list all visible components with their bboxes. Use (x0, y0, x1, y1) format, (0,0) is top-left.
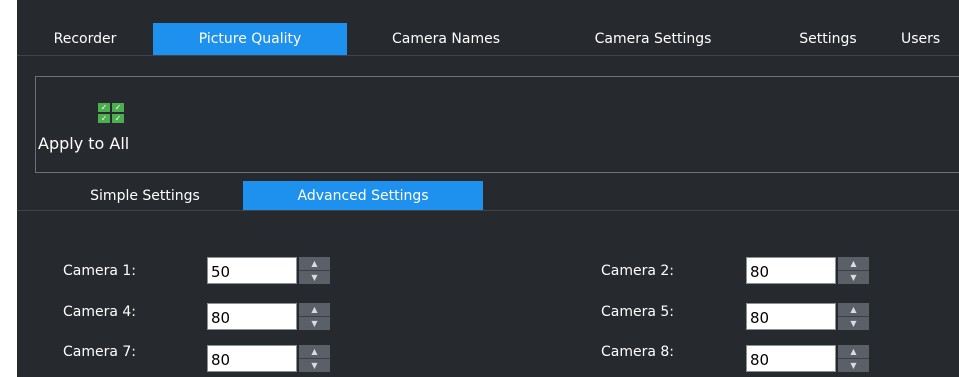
camera-8-spin-buttons: ▲ ▼ (838, 345, 869, 372)
camera-7-input[interactable] (207, 345, 297, 372)
camera-1-spin-buttons: ▲ ▼ (299, 257, 330, 284)
arrow-up-icon: ▲ (311, 305, 318, 314)
camera-2-label: Camera 2: (601, 263, 675, 279)
arrow-up-icon: ▲ (850, 305, 857, 314)
camera-2-spinbox: ▲ ▼ (746, 257, 869, 284)
toolbar: ✓ ✓ ✓ ✓ Apply to All (35, 76, 959, 173)
apply-to-all-label: Apply to All (38, 134, 130, 153)
sub-tab-bar: Simple Settings Advanced Settings (17, 181, 959, 211)
camera-8-spinbox: ▲ ▼ (746, 345, 869, 372)
camera-2-spin-buttons: ▲ ▼ (838, 257, 869, 284)
camera-4-input[interactable] (207, 303, 297, 330)
arrow-up-icon: ▲ (311, 347, 318, 356)
camera-8-input[interactable] (746, 345, 836, 372)
camera-2-increment-button[interactable]: ▲ (838, 257, 869, 271)
camera-4-increment-button[interactable]: ▲ (299, 303, 330, 317)
camera-1-decrement-button[interactable]: ▼ (299, 271, 330, 284)
camera-4-decrement-button[interactable]: ▼ (299, 317, 330, 330)
camera-1-spinbox: ▲ ▼ (207, 257, 330, 284)
camera-2-decrement-button[interactable]: ▼ (838, 271, 869, 284)
arrow-up-icon: ▲ (850, 259, 857, 268)
camera-5-spin-buttons: ▲ ▼ (838, 303, 869, 330)
camera-4-label: Camera 4: (63, 304, 137, 320)
app-window: Recorder Picture Quality Camera Names Ca… (0, 0, 959, 377)
camera-5-increment-button[interactable]: ▲ (838, 303, 869, 317)
apply-to-all-button[interactable]: ✓ ✓ ✓ ✓ Apply to All (36, 103, 172, 157)
arrow-down-icon: ▼ (311, 361, 318, 370)
arrow-down-icon: ▼ (850, 361, 857, 370)
arrow-down-icon: ▼ (850, 319, 857, 328)
sub-tab-divider (17, 210, 959, 211)
camera-4-spin-buttons: ▲ ▼ (299, 303, 330, 330)
camera-7-spin-buttons: ▲ ▼ (299, 345, 330, 372)
tab-picture-quality[interactable]: Picture Quality (153, 23, 347, 55)
camera-8-label: Camera 8: (601, 344, 675, 360)
top-tab-bar: Recorder Picture Quality Camera Names Ca… (17, 23, 959, 55)
camera-7-decrement-button[interactable]: ▼ (299, 359, 330, 372)
tab-camera-names[interactable]: Camera Names (347, 23, 545, 55)
camera-5-label: Camera 5: (601, 304, 675, 320)
grid-checkmarks-icon: ✓ ✓ ✓ ✓ (98, 103, 126, 127)
camera-7-increment-button[interactable]: ▲ (299, 345, 330, 359)
tab-camera-settings[interactable]: Camera Settings (545, 23, 761, 55)
camera-4-spinbox: ▲ ▼ (207, 303, 330, 330)
tab-advanced-settings[interactable]: Advanced Settings (243, 181, 483, 211)
camera-7-spinbox: ▲ ▼ (207, 345, 330, 372)
tab-users[interactable]: Users (895, 23, 959, 55)
tab-recorder[interactable]: Recorder (17, 23, 153, 55)
tab-divider (17, 55, 959, 56)
settings-panel: Recorder Picture Quality Camera Names Ca… (17, 0, 959, 377)
camera-8-increment-button[interactable]: ▲ (838, 345, 869, 359)
camera-1-input[interactable] (207, 257, 297, 284)
arrow-up-icon: ▲ (850, 347, 857, 356)
arrow-down-icon: ▼ (850, 273, 857, 282)
tab-settings[interactable]: Settings (761, 23, 895, 55)
camera-1-increment-button[interactable]: ▲ (299, 257, 330, 271)
camera-8-decrement-button[interactable]: ▼ (838, 359, 869, 372)
tab-simple-settings[interactable]: Simple Settings (47, 181, 243, 211)
camera-5-spinbox: ▲ ▼ (746, 303, 869, 330)
camera-5-decrement-button[interactable]: ▼ (838, 317, 869, 330)
arrow-down-icon: ▼ (311, 273, 318, 282)
arrow-down-icon: ▼ (311, 319, 318, 328)
camera-5-input[interactable] (746, 303, 836, 330)
camera-1-label: Camera 1: (63, 263, 137, 279)
camera-7-label: Camera 7: (63, 344, 137, 360)
arrow-up-icon: ▲ (311, 259, 318, 268)
camera-2-input[interactable] (746, 257, 836, 284)
